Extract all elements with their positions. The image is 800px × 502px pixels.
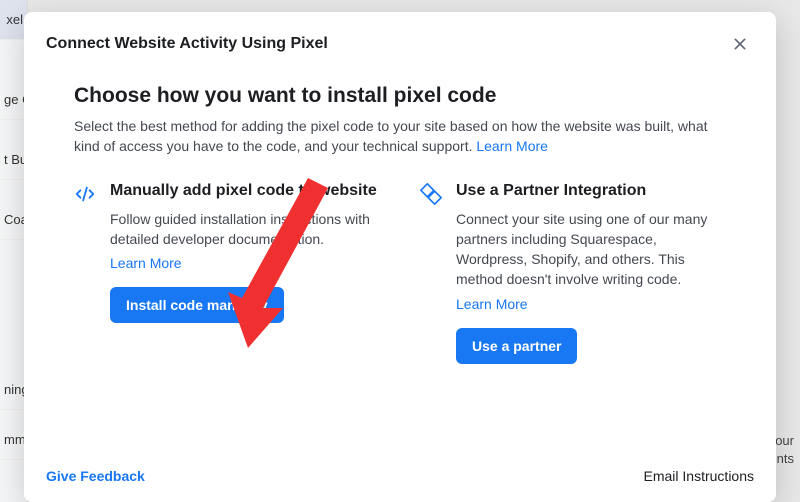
option-content: Manually add pixel code to website Follo… bbox=[110, 181, 380, 364]
option-content: Use a Partner Integration Connect your s… bbox=[456, 181, 726, 364]
option-title: Manually add pixel code to website bbox=[110, 181, 380, 201]
sidebar-item: mme bbox=[0, 420, 27, 460]
option-description: Follow guided installation instructions … bbox=[110, 209, 380, 250]
learn-more-link[interactable]: Learn More bbox=[456, 296, 726, 312]
email-instructions-link[interactable]: Email Instructions bbox=[644, 468, 754, 484]
option-title: Use a Partner Integration bbox=[456, 181, 726, 201]
modal-title: Connect Website Activity Using Pixel bbox=[46, 35, 328, 53]
close-button[interactable] bbox=[726, 30, 754, 58]
sidebar-item: Coa bbox=[0, 200, 27, 240]
close-icon bbox=[732, 36, 748, 52]
sidebar-item: ning bbox=[0, 370, 27, 410]
option-description: Connect your site using one of our many … bbox=[456, 209, 726, 290]
option-partner: Use a Partner Integration Connect your s… bbox=[420, 181, 726, 364]
sidebar-item: ge C bbox=[0, 80, 27, 120]
modal-footer: Give Feedback Email Instructions bbox=[24, 456, 776, 502]
section-description: Select the best method for adding the pi… bbox=[74, 116, 726, 157]
code-icon bbox=[74, 183, 98, 207]
modal-dialog: Connect Website Activity Using Pixel Cho… bbox=[24, 12, 776, 502]
sidebar-item: xel bbox=[0, 0, 27, 40]
give-feedback-link[interactable]: Give Feedback bbox=[46, 468, 145, 484]
partner-icon bbox=[420, 183, 444, 207]
section-heading: Choose how you want to install pixel cod… bbox=[74, 84, 726, 108]
use-a-partner-button[interactable]: Use a partner bbox=[456, 328, 577, 364]
modal-header: Connect Website Activity Using Pixel bbox=[24, 12, 776, 66]
modal-body: Choose how you want to install pixel cod… bbox=[24, 66, 776, 456]
learn-more-link[interactable]: Learn More bbox=[476, 138, 548, 154]
learn-more-link[interactable]: Learn More bbox=[110, 255, 380, 271]
options-row: Manually add pixel code to website Follo… bbox=[74, 181, 726, 364]
sidebar-item: t Bu bbox=[0, 140, 27, 180]
install-code-manually-button[interactable]: Install code manually bbox=[110, 287, 284, 323]
option-manual: Manually add pixel code to website Follo… bbox=[74, 181, 380, 364]
